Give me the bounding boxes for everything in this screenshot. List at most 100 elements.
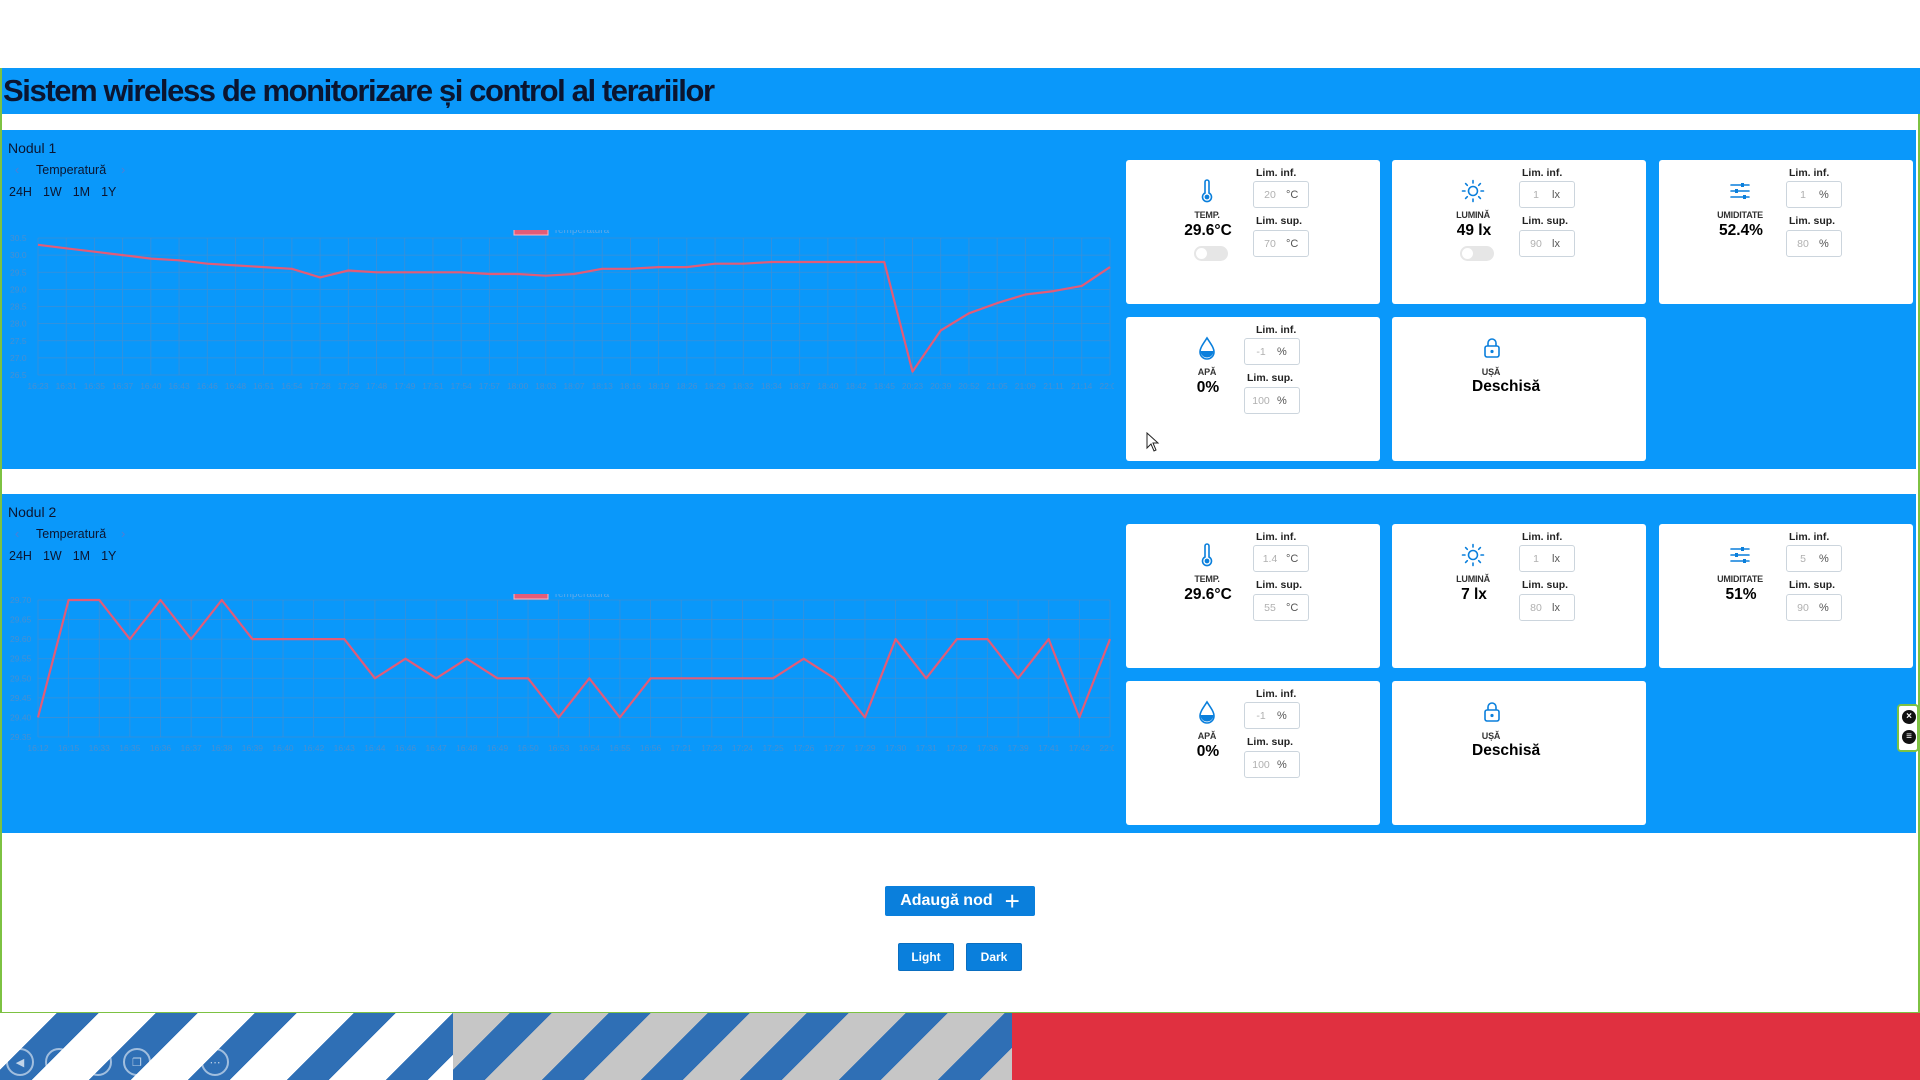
lower-limit-input[interactable]: 1 lx [1519, 181, 1575, 208]
dark-theme-button[interactable]: Dark [966, 943, 1022, 971]
add-node-button[interactable]: Adaugă nod + [885, 886, 1035, 916]
sensor-name: APĂ [1197, 367, 1217, 377]
upper-limit-input[interactable]: 80% [1786, 230, 1842, 257]
range-1m-button[interactable]: 1M [73, 549, 90, 563]
x-tick-label: 20:52 [958, 381, 980, 391]
sensor-value: 0% [1196, 379, 1220, 396]
x-tick-label: 17:39 [1007, 743, 1029, 753]
range-24h-button[interactable]: 24H [9, 549, 32, 563]
x-tick-label: 17:29 [854, 743, 876, 753]
chevron-left-icon[interactable]: ‹ [10, 162, 24, 177]
legend-label: Temperatură [553, 230, 610, 236]
temperature-chart-2: Temperatură 29.70 29.65 29.60 29.55 29.50 29.4… [2, 594, 1114, 834]
sensor-value: 29.6°C [1184, 586, 1232, 603]
x-tick-label: 16:43 [334, 743, 356, 753]
pen-icon[interactable]: ✎ [84, 1048, 112, 1076]
lower-limit-input[interactable]: 20 °C [1253, 181, 1309, 208]
upper-limit-input[interactable]: 90% [1786, 594, 1842, 621]
sliders-icon [1727, 178, 1753, 204]
unit-label: °C [1286, 601, 1299, 614]
upper-limit-label: Lim. sup. [1522, 579, 1569, 591]
chevron-right-icon[interactable]: › [116, 526, 130, 541]
lamp-toggle[interactable] [1460, 246, 1494, 261]
unit-label: % [1277, 758, 1287, 771]
unit-label: lx [1552, 237, 1560, 250]
menu-icon[interactable]: ≡ [1902, 730, 1916, 744]
upper-limit-input[interactable]: 80 lx [1519, 594, 1575, 621]
x-tick-label: 22:01 [1099, 381, 1114, 391]
upper-limit-value: 80 [1530, 601, 1542, 614]
upper-limit-input[interactable]: 70 °C [1253, 230, 1309, 257]
previous-icon[interactable]: ◀ [6, 1048, 34, 1076]
more-icon[interactable]: ⋯ [201, 1048, 229, 1076]
x-tick-label: 18:13 [592, 381, 614, 391]
upper-limit-input[interactable]: 100% [1244, 387, 1300, 414]
y-tick-label: 29.70 [10, 595, 32, 605]
x-tick-label: 17:48 [366, 381, 388, 391]
unit-label: lx [1552, 601, 1560, 614]
striped-panel-gray [453, 1013, 1012, 1080]
x-tick-label: 17:23 [701, 743, 723, 753]
side-widget: × ≡ [1897, 704, 1919, 752]
y-tick-label: 29.45 [10, 693, 32, 703]
upper-limit-value: 55 [1264, 601, 1276, 614]
lower-limit-input[interactable]: -1% [1244, 338, 1300, 365]
chevron-right-icon[interactable]: › [116, 162, 130, 177]
sun-icon [1460, 542, 1486, 568]
app-root: Sistem wireless de monitorizare și contr… [0, 0, 1920, 1080]
play-icon[interactable]: ▶ [45, 1048, 73, 1076]
upper-limit-value: 100 [1252, 758, 1270, 771]
upper-limit-label: Lim. sup. [1256, 579, 1303, 591]
heater-toggle[interactable] [1194, 246, 1228, 261]
zoom-icon[interactable]: ⚲ [162, 1048, 190, 1076]
y-tick-label: 29.65 [10, 615, 32, 625]
water-drop-icon [1194, 335, 1220, 361]
upper-limit-input[interactable]: 100% [1244, 751, 1300, 778]
sensor-value: 51% [1725, 586, 1757, 603]
light-theme-button[interactable]: Light [898, 943, 954, 971]
x-tick-label: 20:39 [930, 381, 952, 391]
range-1y-button[interactable]: 1Y [101, 185, 116, 199]
x-tick-label: 16:48 [225, 381, 247, 391]
y-tick-label: 29.50 [10, 673, 32, 683]
range-24h-button[interactable]: 24H [9, 185, 32, 199]
range-1m-button[interactable]: 1M [73, 185, 90, 199]
y-tick-label: 27.0 [10, 353, 27, 363]
x-tick-label: 16:44 [364, 743, 386, 753]
x-tick-label: 17:36 [977, 743, 999, 753]
x-tick-label: 18:32 [733, 381, 755, 391]
range-1y-button[interactable]: 1Y [101, 549, 116, 563]
upper-limit-input[interactable]: 55 °C [1253, 594, 1309, 621]
range-1w-button[interactable]: 1W [43, 185, 62, 199]
sensor-selector: ‹ Temperatură › [10, 526, 130, 541]
lower-limit-input[interactable]: 1.4 °C [1253, 545, 1309, 572]
range-1w-button[interactable]: 1W [43, 549, 62, 563]
x-tick-label: 16:54 [579, 743, 601, 753]
unit-label: % [1277, 345, 1287, 358]
y-tick-label: 27.5 [10, 336, 27, 346]
lower-limit-input[interactable]: 5% [1786, 545, 1842, 572]
x-tick-label: 17:27 [824, 743, 846, 753]
x-tick-label: 17:21 [671, 743, 693, 753]
unit-label: % [1819, 237, 1829, 250]
y-tick-label: 29.0 [10, 284, 27, 294]
sensor-name: APĂ [1197, 731, 1217, 741]
lower-limit-input[interactable]: 1% [1786, 181, 1842, 208]
lock-icon [1479, 699, 1505, 725]
close-icon[interactable]: × [1902, 710, 1916, 724]
x-tick-label: 17:42 [1069, 743, 1091, 753]
chevron-left-icon[interactable]: ‹ [10, 526, 24, 541]
x-tick-label: 16:36 [150, 743, 172, 753]
upper-limit-input[interactable]: 90 lx [1519, 230, 1575, 257]
x-tick-label: 17:26 [793, 743, 815, 753]
x-tick-label: 18:40 [817, 381, 839, 391]
x-tick-label: 16:42 [303, 743, 325, 753]
lower-limit-input[interactable]: -1% [1244, 702, 1300, 729]
mouse-cursor-icon [1146, 432, 1160, 452]
node-panel-2: Nodul 2 ‹ Temperatură › 24H 1W 1M 1Y Tem… [2, 494, 1916, 833]
lower-limit-input[interactable]: 1 lx [1519, 545, 1575, 572]
lock-icon [1479, 335, 1505, 361]
copy-icon[interactable]: ❐ [123, 1048, 151, 1076]
x-tick-label: 21:09 [1015, 381, 1037, 391]
sensor-value: 52.4% [1719, 222, 1763, 239]
